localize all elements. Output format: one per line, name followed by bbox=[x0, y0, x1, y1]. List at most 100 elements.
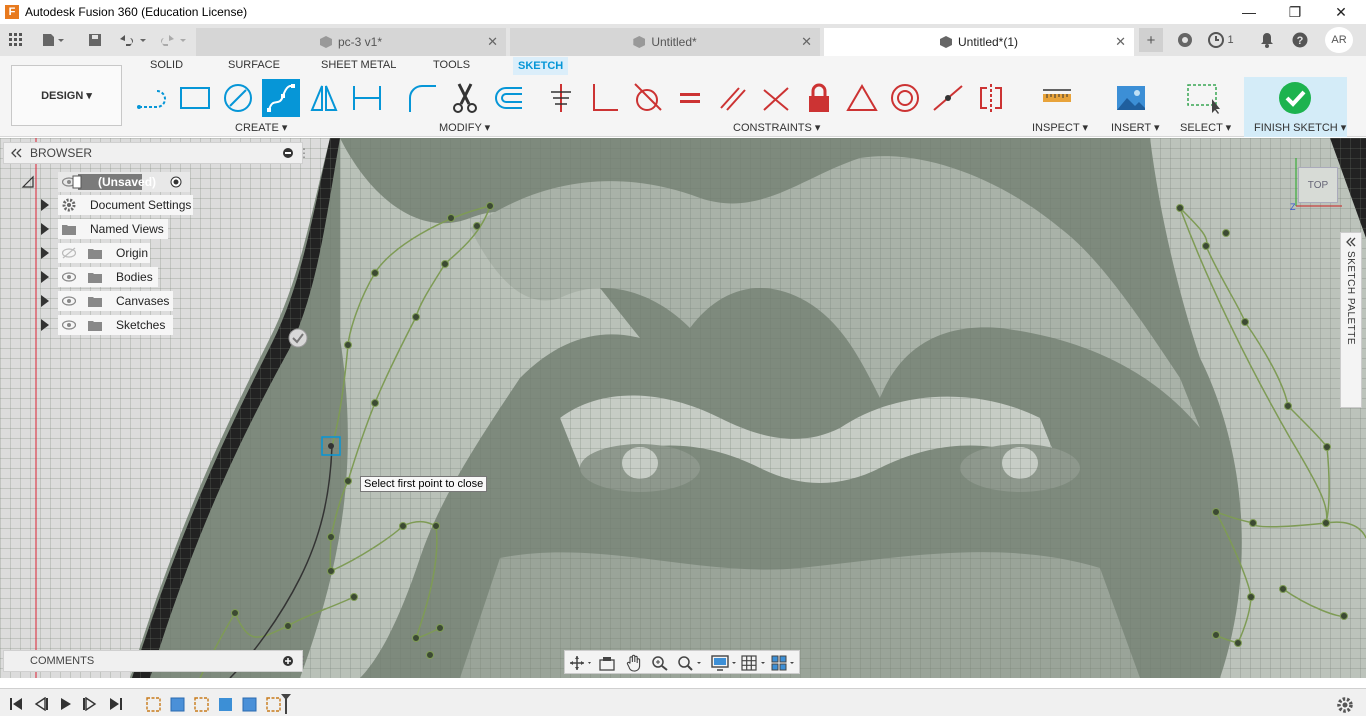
window-select-icon[interactable] bbox=[1184, 79, 1222, 117]
trim-tool-icon[interactable] bbox=[446, 79, 484, 117]
eye-icon[interactable] bbox=[62, 295, 76, 307]
perpendicular-x-constraint-icon[interactable] bbox=[757, 79, 795, 117]
group-select[interactable]: SELECT ▾ bbox=[1180, 121, 1231, 134]
go-to-start-icon[interactable] bbox=[8, 697, 24, 711]
midpoint-triangle-icon[interactable] bbox=[843, 79, 881, 117]
close-window-button[interactable]: ✕ bbox=[1318, 0, 1364, 24]
close-tab-icon[interactable]: ✕ bbox=[801, 34, 812, 50]
viewports-icon[interactable] bbox=[771, 655, 797, 671]
go-to-end-icon[interactable] bbox=[108, 697, 124, 711]
expand-triangle-icon[interactable] bbox=[41, 271, 49, 283]
play-icon[interactable] bbox=[58, 697, 74, 711]
browser-item-named-views[interactable]: Named Views bbox=[58, 219, 168, 239]
tab-untitled[interactable]: Untitled* ✕ bbox=[510, 28, 820, 56]
fillet-tool-icon[interactable] bbox=[403, 79, 441, 117]
tab-sheet-metal[interactable]: SHEET METAL bbox=[321, 59, 396, 71]
timeline-settings-gear-icon[interactable] bbox=[1336, 696, 1354, 714]
tab-pc3[interactable]: pc-3 v1* ✕ bbox=[196, 28, 506, 56]
group-insert[interactable]: INSERT ▾ bbox=[1111, 121, 1160, 134]
rectangle-tool-icon[interactable] bbox=[176, 79, 214, 117]
browser-grip-icon[interactable]: ⋮ bbox=[298, 143, 310, 163]
zoom-icon[interactable] bbox=[651, 655, 669, 671]
sketch-palette-panel[interactable]: SKETCH PALETTE bbox=[1340, 232, 1362, 408]
expand-triangle-icon[interactable] bbox=[41, 199, 49, 211]
group-modify[interactable]: MODIFY ▾ bbox=[439, 121, 490, 134]
fit-zoom-icon[interactable] bbox=[677, 655, 703, 671]
redo-icon[interactable] bbox=[155, 28, 189, 52]
apps-grid-icon[interactable] bbox=[3, 28, 29, 52]
tab-untitled-1[interactable]: Untitled*(1) ✕ bbox=[824, 28, 1134, 56]
browser-item-document-settings[interactable]: Document Settings bbox=[58, 195, 193, 215]
expand-triangle-icon[interactable] bbox=[41, 295, 49, 307]
undo-icon[interactable] bbox=[115, 28, 149, 52]
group-inspect[interactable]: INSPECT ▾ bbox=[1032, 121, 1088, 134]
minimize-button[interactable]: — bbox=[1226, 0, 1272, 24]
equal-constraint-icon[interactable] bbox=[671, 79, 709, 117]
mirror-tool-icon[interactable] bbox=[305, 79, 343, 117]
grid-settings-icon[interactable] bbox=[741, 655, 769, 671]
collinear-constraint-icon[interactable] bbox=[929, 79, 967, 117]
browser-item-canvases[interactable]: Canvases bbox=[58, 291, 173, 311]
expand-triangle-icon[interactable] bbox=[41, 319, 49, 331]
close-tab-icon[interactable]: ✕ bbox=[487, 34, 498, 50]
eye-hidden-icon[interactable] bbox=[62, 247, 76, 259]
offset-tool-icon[interactable] bbox=[489, 79, 527, 117]
job-status-icon[interactable]: 1 bbox=[1206, 28, 1236, 52]
concentric-constraint-icon[interactable] bbox=[886, 79, 924, 117]
group-constraints[interactable]: CONSTRAINTS ▾ bbox=[733, 121, 820, 134]
perpendicular-constraint-icon[interactable] bbox=[585, 79, 623, 117]
browser-item-sketches[interactable]: Sketches bbox=[58, 315, 173, 335]
dimension-tool-icon[interactable] bbox=[348, 79, 386, 117]
notifications-bell-icon[interactable] bbox=[1254, 28, 1280, 52]
eye-icon[interactable] bbox=[62, 319, 76, 331]
save-icon[interactable] bbox=[82, 28, 108, 52]
minimize-browser-icon[interactable] bbox=[283, 148, 293, 158]
collapse-browser-icon[interactable] bbox=[10, 148, 22, 158]
document-icon bbox=[319, 36, 332, 48]
new-tab-icon[interactable]: + bbox=[1139, 28, 1163, 52]
measure-ruler-icon[interactable] bbox=[1038, 79, 1076, 117]
restore-button[interactable]: ❐ bbox=[1272, 0, 1318, 24]
expand-triangle-icon[interactable] bbox=[41, 247, 49, 259]
step-back-icon[interactable] bbox=[33, 697, 49, 711]
comments-panel[interactable]: COMMENTS ⋮ bbox=[3, 650, 309, 672]
tab-solid[interactable]: SOLID bbox=[150, 59, 183, 71]
orbit-icon[interactable] bbox=[569, 655, 593, 671]
user-avatar[interactable]: AR bbox=[1325, 27, 1353, 53]
spline-tool-icon[interactable] bbox=[262, 79, 300, 117]
coincident-constraint-icon[interactable] bbox=[542, 79, 580, 117]
browser-item-bodies[interactable]: Bodies bbox=[58, 267, 158, 287]
activate-radio-icon[interactable] bbox=[170, 176, 182, 188]
browser-root[interactable]: (Unsaved) bbox=[58, 172, 190, 192]
finish-sketch-button[interactable]: FINISH SKETCH ▾ bbox=[1244, 77, 1347, 137]
circle-tool-icon[interactable] bbox=[219, 79, 257, 117]
extensions-icon[interactable] bbox=[1172, 28, 1198, 52]
timeline-features[interactable] bbox=[145, 694, 295, 714]
eye-icon[interactable] bbox=[62, 271, 76, 283]
line-tool-icon[interactable] bbox=[133, 79, 171, 117]
add-comment-icon[interactable] bbox=[283, 656, 293, 666]
look-at-icon[interactable] bbox=[599, 655, 615, 671]
pan-hand-icon[interactable] bbox=[626, 654, 642, 672]
group-create[interactable]: CREATE ▾ bbox=[235, 121, 287, 134]
tangent-constraint-icon[interactable] bbox=[628, 79, 666, 117]
step-forward-icon[interactable] bbox=[82, 697, 98, 711]
browser-item-origin[interactable]: Origin bbox=[58, 243, 150, 263]
tab-sketch[interactable]: SKETCH bbox=[513, 57, 569, 75]
insert-image-icon[interactable] bbox=[1112, 79, 1150, 117]
comments-grip-icon[interactable]: ⋮ bbox=[298, 651, 309, 671]
tab-surface[interactable]: SURFACE bbox=[228, 59, 280, 71]
collapse-triangle-icon[interactable] bbox=[21, 175, 35, 189]
fix-lock-icon[interactable] bbox=[800, 79, 838, 117]
workspace-switcher[interactable]: DESIGN ▾ bbox=[11, 65, 122, 126]
help-icon[interactable]: ? bbox=[1287, 28, 1313, 52]
expand-palette-icon[interactable] bbox=[1346, 237, 1356, 247]
symmetry-constraint-icon[interactable] bbox=[972, 79, 1010, 117]
expand-triangle-icon[interactable] bbox=[41, 223, 49, 235]
tab-tools[interactable]: TOOLS bbox=[433, 59, 470, 71]
close-tab-icon[interactable]: ✕ bbox=[1115, 34, 1126, 50]
display-settings-icon[interactable] bbox=[711, 655, 739, 671]
file-menu-icon[interactable] bbox=[38, 28, 68, 52]
view-cube[interactable]: TOP bbox=[1298, 167, 1338, 203]
parallel-constraint-icon[interactable] bbox=[714, 79, 752, 117]
